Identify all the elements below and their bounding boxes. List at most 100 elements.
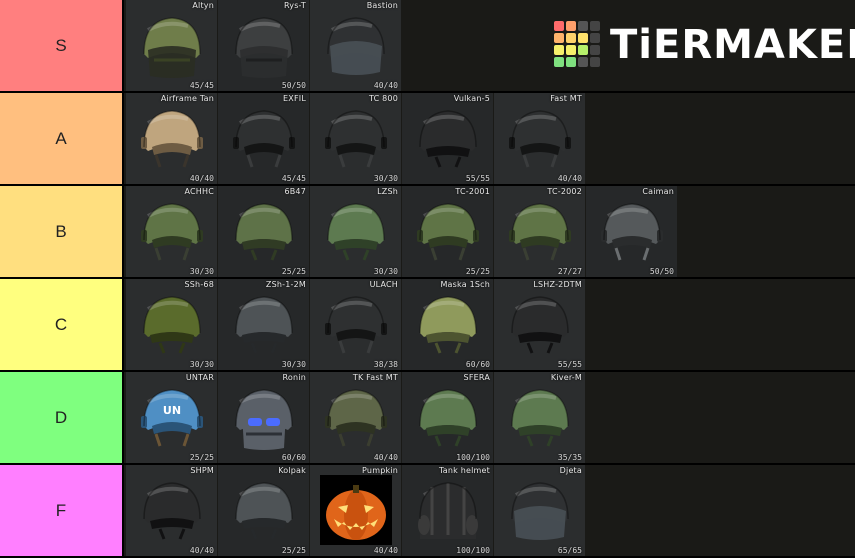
helmet-icon <box>419 110 477 168</box>
item-name: EXFIL <box>283 94 306 103</box>
helmet-icon <box>325 110 387 168</box>
item-name: SSh-68 <box>184 280 214 289</box>
item-durability: 65/65 <box>557 546 582 555</box>
tier-item-card[interactable]: Fast MT 40/40 <box>494 93 585 184</box>
tier-item-card[interactable]: SFERA 100/100 <box>402 372 493 463</box>
item-durability: 55/55 <box>557 360 582 369</box>
item-name: TK Fast MT <box>352 373 398 382</box>
item-name: Altyn <box>192 1 214 10</box>
item-name: ULACH <box>369 280 398 289</box>
tier-item-card[interactable]: Tank helmet 100/100 <box>402 465 493 556</box>
tier-item-card[interactable]: TC 800 30/30 <box>310 93 401 184</box>
item-durability: 50/50 <box>281 81 306 90</box>
helmet-icon <box>141 203 203 261</box>
item-name: Pumpkin <box>362 466 398 475</box>
item-durability: 40/40 <box>373 546 398 555</box>
helmet-icon <box>325 389 387 447</box>
tier-row-s: S Altyn 45/45 Rys-T 50/50 Bastion 40/40 <box>0 0 855 93</box>
tier-label[interactable]: C <box>0 279 124 370</box>
item-name: Maska 1Sch <box>440 280 490 289</box>
helmet-icon <box>320 475 392 545</box>
tier-item-card[interactable]: LZSh 30/30 <box>310 186 401 277</box>
item-name: ACHHC <box>184 187 214 196</box>
tier-item-card[interactable]: Pumpkin 40/40 <box>310 465 401 556</box>
tier-item-card[interactable]: Maska 1Sch 60/60 <box>402 279 493 370</box>
helmet-icon <box>235 389 293 450</box>
item-durability: 25/25 <box>189 453 214 462</box>
tier-label[interactable]: D <box>0 372 124 463</box>
item-durability: 30/30 <box>373 174 398 183</box>
tier-items: SSh-68 30/30 ZSh-1-2M 30/30 ULACH 38/38 Maska … <box>126 279 586 370</box>
item-durability: 40/40 <box>189 174 214 183</box>
tier-item-card[interactable]: TK Fast MT 40/40 <box>310 372 401 463</box>
item-durability: 38/38 <box>373 360 398 369</box>
tier-label[interactable]: B <box>0 186 124 277</box>
item-durability: 25/25 <box>465 267 490 276</box>
tier-item-card[interactable]: Airframe Tan 40/40 <box>126 93 217 184</box>
tier-item-card[interactable]: Rys-T 50/50 <box>218 0 309 91</box>
item-durability: 30/30 <box>281 360 306 369</box>
tier-item-card[interactable]: ULACH 38/38 <box>310 279 401 370</box>
item-durability: 25/25 <box>281 267 306 276</box>
tier-label[interactable]: F <box>0 465 124 556</box>
item-name: ZSh-1-2M <box>265 280 306 289</box>
helmet-icon <box>143 296 201 354</box>
item-durability: 35/35 <box>557 453 582 462</box>
item-durability: 27/27 <box>557 267 582 276</box>
tier-item-card[interactable]: Altyn 45/45 <box>126 0 217 91</box>
tier-label[interactable]: S <box>0 0 124 91</box>
item-name: Caiman <box>642 187 674 196</box>
tier-items: Altyn 45/45 Rys-T 50/50 Bastion 40/40 <box>126 0 402 91</box>
tier-item-card[interactable]: ZSh-1-2M 30/30 <box>218 279 309 370</box>
tier-row-d: D UN UNTAR 25/25 Ronin 60/60 TK Fast MT 40/40 SF… <box>0 372 855 465</box>
tier-item-card[interactable]: TC-2002 27/27 <box>494 186 585 277</box>
item-durability: 30/30 <box>189 360 214 369</box>
tier-items: ACHHC 30/30 6B47 25/25 LZSh 30/30 TC-2001 25/25… <box>126 186 678 277</box>
tier-item-card[interactable]: Ronin 60/60 <box>218 372 309 463</box>
item-durability: 45/45 <box>189 81 214 90</box>
tier-item-card[interactable]: 6B47 25/25 <box>218 186 309 277</box>
tier-item-card[interactable]: Kolpak 25/25 <box>218 465 309 556</box>
helmet-icon <box>327 203 385 261</box>
helmet-icon <box>509 203 571 261</box>
item-name: Vulkan-5 <box>453 94 490 103</box>
item-durability: 55/55 <box>465 174 490 183</box>
tier-item-card[interactable]: Caiman 50/50 <box>586 186 677 277</box>
tier-item-card[interactable]: ACHHC 30/30 <box>126 186 217 277</box>
item-name: LSHZ-2DTM <box>533 280 582 289</box>
svg-text:UN: UN <box>163 404 181 417</box>
helmet-icon <box>235 482 293 540</box>
item-name: Fast MT <box>550 94 582 103</box>
tier-row-a: A Airframe Tan 40/40 EXFIL 45/45 TC 800 30/30 V… <box>0 93 855 186</box>
item-name: Rys-T <box>283 1 306 10</box>
helmet-icon <box>511 389 569 447</box>
tier-item-card[interactable]: Djeta 65/65 <box>494 465 585 556</box>
helmet-icon <box>418 482 478 539</box>
item-name: Djeta <box>559 466 582 475</box>
tier-item-card[interactable]: TC-2001 25/25 <box>402 186 493 277</box>
item-name: TC-2002 <box>547 187 582 196</box>
tier-item-card[interactable]: Bastion 40/40 <box>310 0 401 91</box>
item-name: TC-2001 <box>455 187 490 196</box>
helmet-icon <box>235 203 293 261</box>
item-name: Airframe Tan <box>160 94 214 103</box>
tier-items: Airframe Tan 40/40 EXFIL 45/45 TC 800 30/30 Vu… <box>126 93 586 184</box>
item-durability: 45/45 <box>281 174 306 183</box>
helmet-icon <box>509 110 571 168</box>
helmet-icon <box>511 482 569 540</box>
tier-item-card[interactable]: SHPM 40/40 <box>126 465 217 556</box>
item-durability: 40/40 <box>373 453 398 462</box>
helmet-icon <box>233 110 295 168</box>
tier-label[interactable]: A <box>0 93 124 184</box>
tier-item-card[interactable]: UN UNTAR 25/25 <box>126 372 217 463</box>
tier-item-card[interactable]: SSh-68 30/30 <box>126 279 217 370</box>
helmet-icon <box>419 296 477 354</box>
tier-item-card[interactable]: Vulkan-5 55/55 <box>402 93 493 184</box>
tier-item-card[interactable]: EXFIL 45/45 <box>218 93 309 184</box>
item-name: Bastion <box>366 1 398 10</box>
item-name: SHPM <box>190 466 214 475</box>
tier-item-card[interactable]: Kiver-M 35/35 <box>494 372 585 463</box>
tier-item-card[interactable]: LSHZ-2DTM 55/55 <box>494 279 585 370</box>
helmet-icon <box>417 203 479 261</box>
item-durability: 100/100 <box>456 546 490 555</box>
